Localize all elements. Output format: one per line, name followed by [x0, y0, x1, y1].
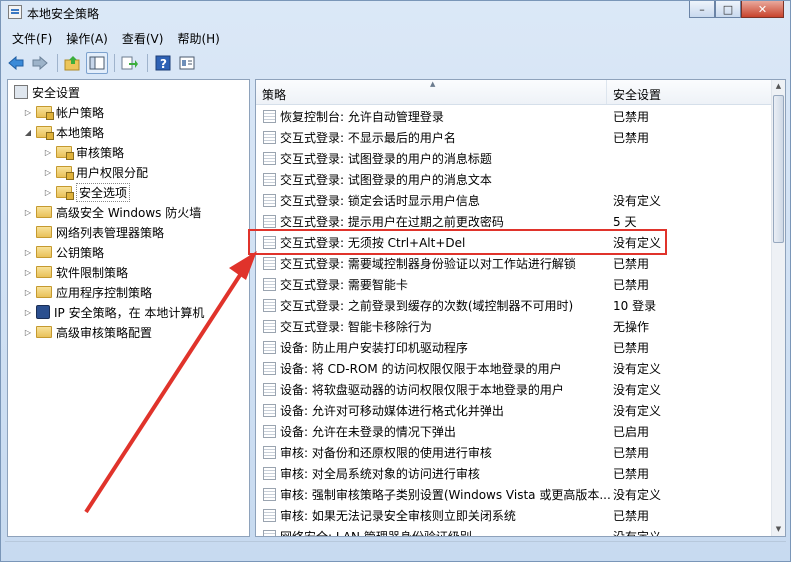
annotation-arrow-icon — [84, 251, 257, 514]
